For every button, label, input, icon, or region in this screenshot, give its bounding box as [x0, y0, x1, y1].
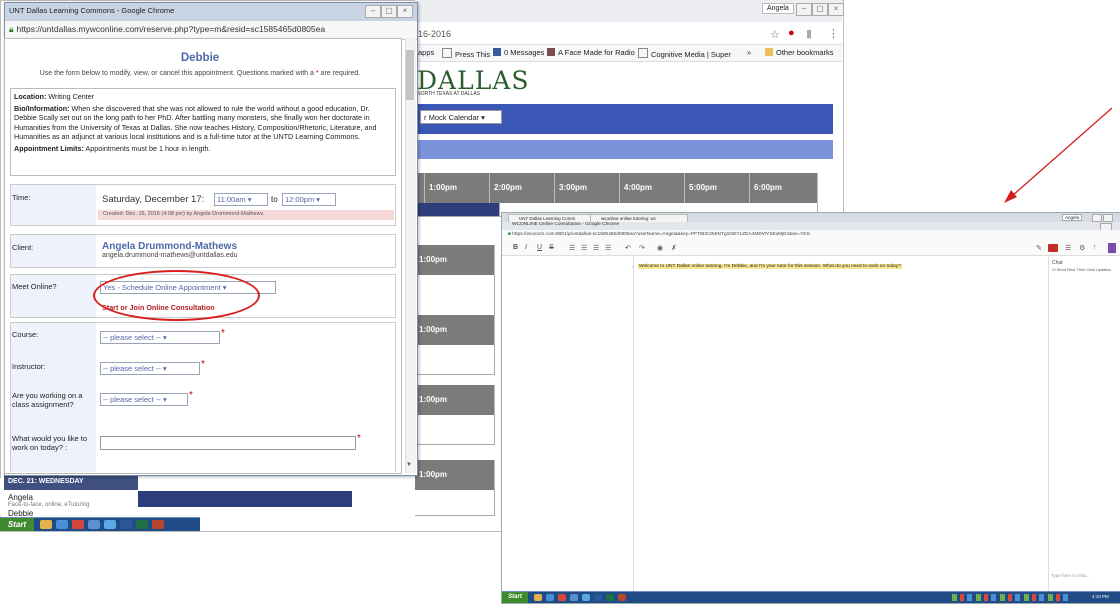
online-consultation-window: UNT Dallas Learning Comm wconline online…: [501, 212, 1120, 604]
outdent-icon[interactable]: ☰: [593, 244, 599, 252]
video-icon[interactable]: [1048, 244, 1058, 252]
minimize-icon[interactable]: [1092, 214, 1102, 222]
excel-icon[interactable]: [606, 594, 614, 601]
unordered-list-icon[interactable]: ☰: [581, 244, 587, 252]
consult-taskbar: Start 4:10 PM: [502, 591, 1120, 603]
gear-icon[interactable]: ⚙: [1079, 244, 1085, 252]
strikethrough-icon[interactable]: S: [549, 244, 554, 251]
profile-chip[interactable]: Angela: [1062, 214, 1083, 221]
undo-icon[interactable]: ↶: [625, 244, 631, 252]
powerpoint-icon[interactable]: [618, 594, 626, 601]
skype-icon[interactable]: [582, 594, 590, 601]
welcome-message[interactable]: Welcome to UNT Dallas online tutoring. I…: [638, 264, 902, 269]
consult-url[interactable]: ■ https://wcoocm.com:9001/p/untdallas-sc…: [508, 232, 810, 237]
consult-side-panel: [502, 256, 634, 591]
info-icon[interactable]: ↑: [1093, 244, 1097, 251]
start-button[interactable]: Start: [502, 592, 528, 603]
clock: 4:10 PM: [1092, 594, 1109, 599]
chat-input[interactable]: Type here to chat...: [1051, 573, 1090, 578]
folder-icon[interactable]: [534, 594, 542, 601]
bold-icon[interactable]: B: [513, 244, 518, 251]
clear-format-icon[interactable]: ✗: [671, 244, 677, 252]
chat-updates-checkbox[interactable]: ☑ Send Real Time Chat Updates: [1052, 267, 1111, 272]
chrome-icon[interactable]: [558, 594, 566, 601]
chat-panel: [1048, 256, 1120, 591]
system-tray-icons[interactable]: [952, 594, 1072, 601]
word-icon[interactable]: [594, 594, 602, 601]
redo-icon[interactable]: ↷: [639, 244, 645, 252]
settings-icon[interactable]: ☰: [1065, 244, 1071, 252]
line-number: 1: [632, 264, 635, 269]
ie-icon[interactable]: [546, 594, 554, 601]
ordered-list-icon[interactable]: ☰: [569, 244, 575, 252]
consult-title: WCONLINE Online Consultation - Google Ch…: [512, 222, 620, 227]
underline-icon[interactable]: U: [537, 244, 542, 251]
pencil-icon[interactable]: ✎: [1036, 244, 1042, 252]
eye-icon[interactable]: ◉: [657, 244, 663, 252]
chat-label: Chat: [1052, 260, 1063, 266]
user-list-icon[interactable]: [1108, 243, 1116, 253]
italic-icon[interactable]: I: [525, 244, 527, 251]
maximize-icon[interactable]: [1103, 214, 1113, 222]
outlook-icon[interactable]: [570, 594, 578, 601]
indent-icon[interactable]: ☰: [605, 244, 611, 252]
consult-tab-strip: UNT Dallas Learning Comm wconline online…: [502, 213, 1120, 223]
